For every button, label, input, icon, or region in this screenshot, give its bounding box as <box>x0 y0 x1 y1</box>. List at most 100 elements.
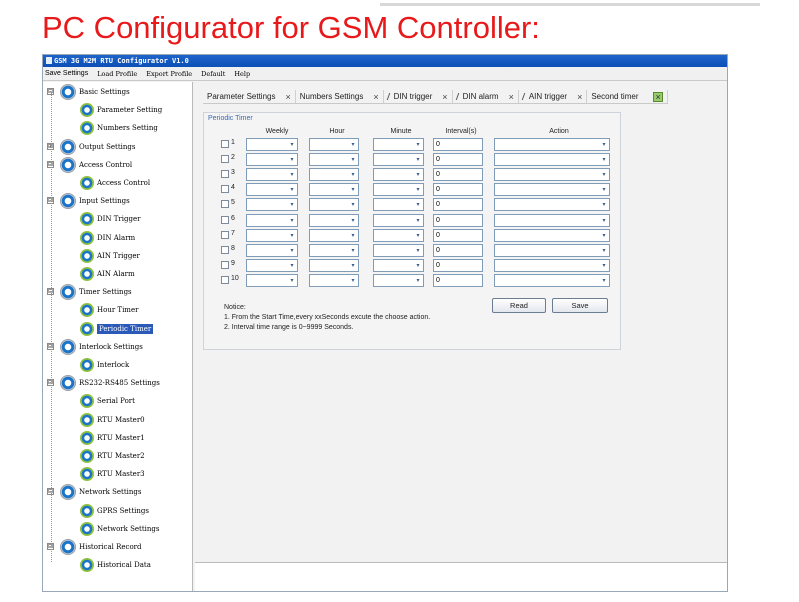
hour-select[interactable]: ▾ <box>309 228 359 242</box>
weekly-select[interactable]: ▾ <box>246 228 298 242</box>
chevron-down-icon[interactable]: ▾ <box>288 185 296 194</box>
close-icon[interactable]: × <box>653 91 663 102</box>
minute-select[interactable]: ▾ <box>373 168 424 182</box>
tree-item[interactable]: AIN Alarm <box>80 266 135 282</box>
chevron-down-icon[interactable]: ▾ <box>414 216 422 225</box>
row-enable-checkbox[interactable] <box>221 260 229 269</box>
minute-select[interactable]: ▾ <box>373 243 424 257</box>
tree-item[interactable]: Parameter Setting <box>80 102 162 118</box>
close-icon[interactable]: × <box>442 92 447 102</box>
chevron-down-icon[interactable]: ▾ <box>600 155 608 164</box>
chevron-down-icon[interactable]: ▾ <box>349 216 357 225</box>
weekly-select[interactable]: ▾ <box>246 168 298 182</box>
tree-item[interactable]: ⊞ Output Settings <box>47 138 135 155</box>
chevron-down-icon[interactable]: ▾ <box>414 200 422 209</box>
tree-item[interactable]: Access Control <box>80 175 150 191</box>
menu-help[interactable]: Help <box>234 70 250 78</box>
weekly-select[interactable]: ▾ <box>246 243 298 257</box>
minute-select[interactable]: ▾ <box>373 198 424 212</box>
save-button[interactable]: Save <box>552 298 608 313</box>
row-enable-checkbox[interactable] <box>221 245 229 254</box>
tree-item[interactable]: RTU Master3 <box>80 466 145 482</box>
tree-item[interactable]: ⊟ RS232-RS485 Settings <box>47 375 160 392</box>
tree-item[interactable]: AIN Trigger <box>80 248 140 264</box>
interval-input[interactable]: 0 <box>433 153 483 167</box>
chevron-down-icon[interactable]: ▾ <box>600 261 608 270</box>
hour-select[interactable]: ▾ <box>309 213 359 227</box>
weekly-select[interactable]: ▾ <box>246 273 298 287</box>
tree-item[interactable]: RTU Master1 <box>80 430 145 446</box>
chevron-down-icon[interactable]: ▾ <box>414 231 422 240</box>
weekly-select[interactable]: ▾ <box>246 258 298 272</box>
chevron-down-icon[interactable]: ▾ <box>349 231 357 240</box>
tree-item[interactable]: Interlock <box>80 357 129 373</box>
tree-item[interactable]: RTU Master2 <box>80 448 145 464</box>
tree-item[interactable]: Network Settings <box>80 521 159 537</box>
chevron-down-icon[interactable]: ▾ <box>349 261 357 270</box>
chevron-down-icon[interactable]: ▾ <box>288 200 296 209</box>
row-enable-checkbox[interactable] <box>221 200 229 209</box>
interval-input[interactable]: 0 <box>433 138 483 151</box>
tree-item[interactable]: DIN Trigger <box>80 211 140 227</box>
weekly-select[interactable]: ▾ <box>246 138 298 151</box>
action-select[interactable]: ▾ <box>494 153 610 167</box>
weekly-select[interactable]: ▾ <box>246 183 298 197</box>
hour-select[interactable]: ▾ <box>309 258 359 272</box>
chevron-down-icon[interactable]: ▾ <box>414 276 422 285</box>
action-select[interactable]: ▾ <box>494 243 610 257</box>
chevron-down-icon[interactable]: ▾ <box>349 140 357 149</box>
minute-select[interactable]: ▾ <box>373 228 424 242</box>
tree-item[interactable]: ⊟ Interlock Settings <box>47 338 143 355</box>
tree-item[interactable]: GPRS Settings <box>80 503 149 519</box>
hour-select[interactable]: ▾ <box>309 183 359 197</box>
hour-select[interactable]: ▾ <box>309 243 359 257</box>
action-select[interactable]: ▾ <box>494 213 610 227</box>
chevron-down-icon[interactable]: ▾ <box>600 170 608 179</box>
chevron-down-icon[interactable]: ▾ <box>288 261 296 270</box>
chevron-down-icon[interactable]: ▾ <box>349 246 357 255</box>
weekly-select[interactable]: ▾ <box>246 198 298 212</box>
tree-item[interactable]: ⊟ Basic Settings <box>47 84 130 100</box>
chevron-down-icon[interactable]: ▾ <box>288 155 296 164</box>
tree-item[interactable]: Serial Port <box>80 393 135 409</box>
tab[interactable]: Parameter Settings × <box>203 90 296 103</box>
close-icon[interactable]: × <box>509 92 514 102</box>
minute-select[interactable]: ▾ <box>373 273 424 287</box>
row-enable-checkbox[interactable] <box>221 230 229 239</box>
tree-item[interactable]: ⊟ Network Settings <box>47 484 141 501</box>
row-enable-checkbox[interactable] <box>221 185 229 194</box>
chevron-down-icon[interactable]: ▾ <box>414 185 422 194</box>
chevron-down-icon[interactable]: ▾ <box>349 276 357 285</box>
chevron-down-icon[interactable]: ▾ <box>288 170 296 179</box>
minute-select[interactable]: ▾ <box>373 138 424 151</box>
tree-item[interactable]: Numbers Setting <box>80 120 158 136</box>
interval-input[interactable]: 0 <box>433 213 483 227</box>
action-select[interactable]: ▾ <box>494 168 610 182</box>
tree-item[interactable]: ⊟ Input Settings <box>47 193 130 210</box>
close-icon[interactable]: × <box>373 92 378 102</box>
chevron-down-icon[interactable]: ▾ <box>288 276 296 285</box>
tree-item[interactable]: Historical Data <box>80 557 151 573</box>
chevron-down-icon[interactable]: ▾ <box>414 261 422 270</box>
action-select[interactable]: ▾ <box>494 138 610 151</box>
tree-item[interactable]: ⊟ Historical Record <box>47 539 141 555</box>
row-enable-checkbox[interactable] <box>221 140 229 148</box>
chevron-down-icon[interactable]: ▾ <box>600 185 608 194</box>
tab[interactable]: DIN trigger × <box>384 90 453 103</box>
hour-select[interactable]: ▾ <box>309 138 359 151</box>
weekly-select[interactable]: ▾ <box>246 213 298 227</box>
interval-input[interactable]: 0 <box>433 243 483 257</box>
row-enable-checkbox[interactable] <box>221 275 229 284</box>
hour-select[interactable]: ▾ <box>309 273 359 287</box>
row-enable-checkbox[interactable] <box>221 155 229 164</box>
tree-item[interactable]: Hour Timer <box>80 302 138 318</box>
row-enable-checkbox[interactable] <box>221 170 229 179</box>
tab[interactable]: AIN trigger × <box>519 90 588 103</box>
tree-item[interactable]: ⊟ Access Control <box>47 156 132 173</box>
chevron-down-icon[interactable]: ▾ <box>600 216 608 225</box>
read-button[interactable]: Read <box>492 298 546 313</box>
tree-item[interactable]: RTU Master0 <box>80 412 145 428</box>
chevron-down-icon[interactable]: ▾ <box>600 200 608 209</box>
hour-select[interactable]: ▾ <box>309 198 359 212</box>
chevron-down-icon[interactable]: ▾ <box>288 216 296 225</box>
